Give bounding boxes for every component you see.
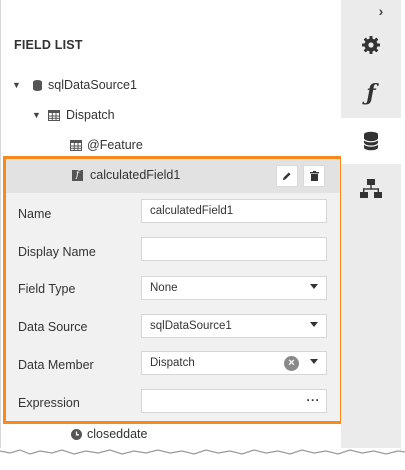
data-source-select[interactable]: sqlDataSource1 <box>141 314 327 338</box>
function-icon: ƒ <box>366 80 376 106</box>
database-icon <box>30 79 44 91</box>
panel-title: FIELD LIST <box>14 38 83 52</box>
chevron-down-icon[interactable] <box>310 322 318 327</box>
tree-item-feature[interactable]: @Feature <box>69 132 143 158</box>
report-explorer-tab[interactable] <box>341 166 401 212</box>
expression-label: Expression <box>18 396 80 410</box>
data-member-select[interactable]: Dispatch × <box>141 351 327 375</box>
field-type-value: None <box>150 282 178 294</box>
clear-icon[interactable]: × <box>284 356 299 371</box>
data-source-label: Data Source <box>18 320 88 334</box>
expand-arrow-icon[interactable]: ▼ <box>12 80 24 90</box>
table-icon <box>69 139 83 151</box>
tree-item-datasource[interactable]: ▼ sqlDataSource1 <box>12 72 137 98</box>
edit-button[interactable] <box>276 165 298 187</box>
data-member-label: Data Member <box>18 358 94 372</box>
hierarchy-icon <box>360 179 382 199</box>
field-list-panel: FIELD LIST ▼ sqlDataSource1 ▼ Dispatch @… <box>0 0 401 452</box>
expand-arrow-icon[interactable]: ▼ <box>32 110 44 120</box>
expression-field[interactable]: ··· <box>141 389 327 413</box>
torn-edge <box>0 448 405 465</box>
name-label: Name <box>18 207 52 221</box>
tree-item-closeddate[interactable]: closeddate <box>69 421 147 447</box>
chevron-down-icon[interactable] <box>310 359 318 364</box>
field-list-tab[interactable] <box>341 118 401 164</box>
database-icon <box>363 131 379 151</box>
tree-item-label: calculatedField1 <box>90 168 181 182</box>
name-field[interactable]: calculatedField1 <box>141 199 327 223</box>
tree-item-query[interactable]: ▼ Dispatch <box>32 102 115 128</box>
functions-tab[interactable]: ƒ <box>341 70 401 116</box>
field-type-label: Field Type <box>18 282 76 296</box>
gear-icon <box>361 35 381 55</box>
chevron-down-icon[interactable] <box>310 284 318 289</box>
tree-item-label: @Feature <box>87 138 143 152</box>
tree-item-label: Dispatch <box>66 108 115 122</box>
collapse-chevron-icon[interactable]: › <box>371 2 391 20</box>
tree-item-label: closeddate <box>87 427 148 441</box>
data-member-value: Dispatch <box>150 357 195 369</box>
pencil-icon <box>282 171 292 181</box>
calculated-field-header[interactable]: f calculatedField1 <box>6 159 340 193</box>
calculated-field-item[interactable]: f calculatedField1 <box>72 168 180 182</box>
settings-tab[interactable] <box>341 22 401 68</box>
clock-icon <box>69 428 83 440</box>
calculated-field-editor: f calculatedField1 Name calculatedField1… <box>3 156 343 424</box>
ellipsis-button[interactable]: ··· <box>307 393 321 407</box>
table-icon <box>47 109 61 121</box>
calculated-field-icon: f <box>72 169 83 181</box>
field-type-select[interactable]: None <box>141 276 327 300</box>
delete-button[interactable] <box>303 165 325 187</box>
tree-item-label: sqlDataSource1 <box>48 78 137 92</box>
display-name-label: Display Name <box>18 245 96 259</box>
name-value: calculatedField1 <box>150 205 234 217</box>
display-name-field[interactable] <box>141 237 327 261</box>
trash-icon <box>309 171 319 181</box>
data-source-value: sqlDataSource1 <box>150 320 232 332</box>
